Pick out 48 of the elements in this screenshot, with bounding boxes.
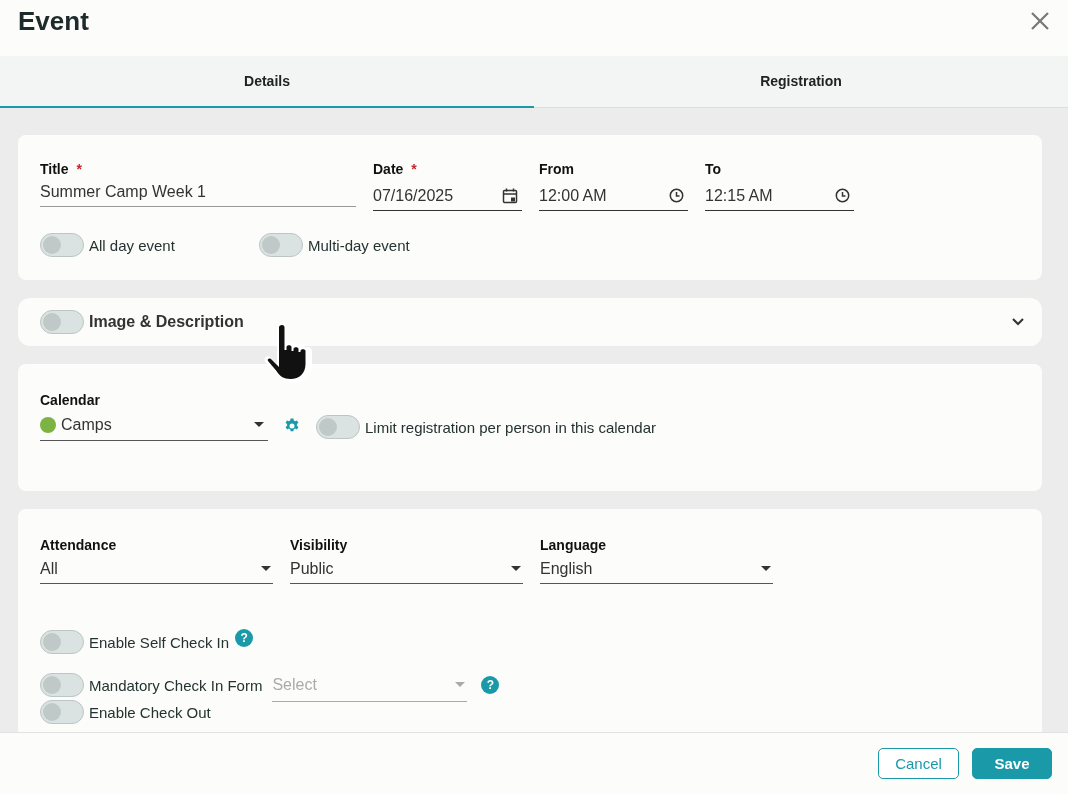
time-field[interactable]: 12:15 AM <box>705 181 854 211</box>
text-field[interactable]: Summer Camp Week 1 <box>40 177 356 207</box>
caret-icon <box>261 566 271 571</box>
toggle-switch[interactable] <box>40 700 84 724</box>
toggle-label: Limit registration per person in this calendar <box>365 418 656 436</box>
gear-icon[interactable] <box>284 418 300 434</box>
select-value: Camps <box>61 415 112 434</box>
field-label: Language <box>540 537 608 555</box>
date-field[interactable]: 07/16/2025 <box>373 181 522 211</box>
select-field[interactable]: English <box>540 554 773 584</box>
calendar-select[interactable]: Camps <box>40 409 268 441</box>
toggle-switch[interactable] <box>40 673 84 697</box>
clock-icon <box>669 188 684 203</box>
field-label: Visibility <box>290 537 349 555</box>
toggle-switch[interactable] <box>40 233 84 257</box>
toggle-label: Enable Self Check In <box>89 633 230 651</box>
field-label: Date <box>373 161 404 179</box>
select-field[interactable]: Select <box>272 668 468 702</box>
dialog-title: Event <box>18 5 89 37</box>
caret-icon <box>455 682 466 687</box>
field-label: To <box>705 161 722 179</box>
section-header[interactable]: Image & Description <box>18 298 1042 346</box>
caret-icon <box>511 566 521 571</box>
toggle-switch[interactable] <box>316 415 360 439</box>
secondary-button[interactable]: Cancel <box>878 748 959 779</box>
toggle-label: All day event <box>89 236 175 254</box>
tab[interactable]: Registration <box>534 56 1068 108</box>
select-field[interactable]: All <box>40 554 273 584</box>
toggle-switch[interactable] <box>40 630 84 654</box>
toggle-label: Enable Check Out <box>89 703 211 721</box>
field-label: Calendar <box>40 392 101 410</box>
clock-icon <box>835 188 850 203</box>
required-mark: * <box>76 161 82 179</box>
select-field[interactable]: Public <box>290 554 523 584</box>
time-field[interactable]: 12:00 AM <box>539 181 688 211</box>
toggle-label: Image & Description <box>89 313 244 331</box>
calendar-icon <box>502 187 518 204</box>
toggle-label: Mandatory Check In Form <box>89 676 263 694</box>
toggle-switch[interactable] <box>40 310 84 334</box>
toggle-switch[interactable] <box>259 233 303 257</box>
field-label: From <box>539 161 574 179</box>
field-label: Title <box>40 161 69 179</box>
caret-icon <box>254 422 264 427</box>
field-label: Attendance <box>40 537 118 555</box>
close-icon[interactable] <box>1030 11 1050 31</box>
caret-icon <box>761 566 771 571</box>
required-mark: * <box>411 161 417 179</box>
toggle-label: Multi-day event <box>308 236 410 254</box>
